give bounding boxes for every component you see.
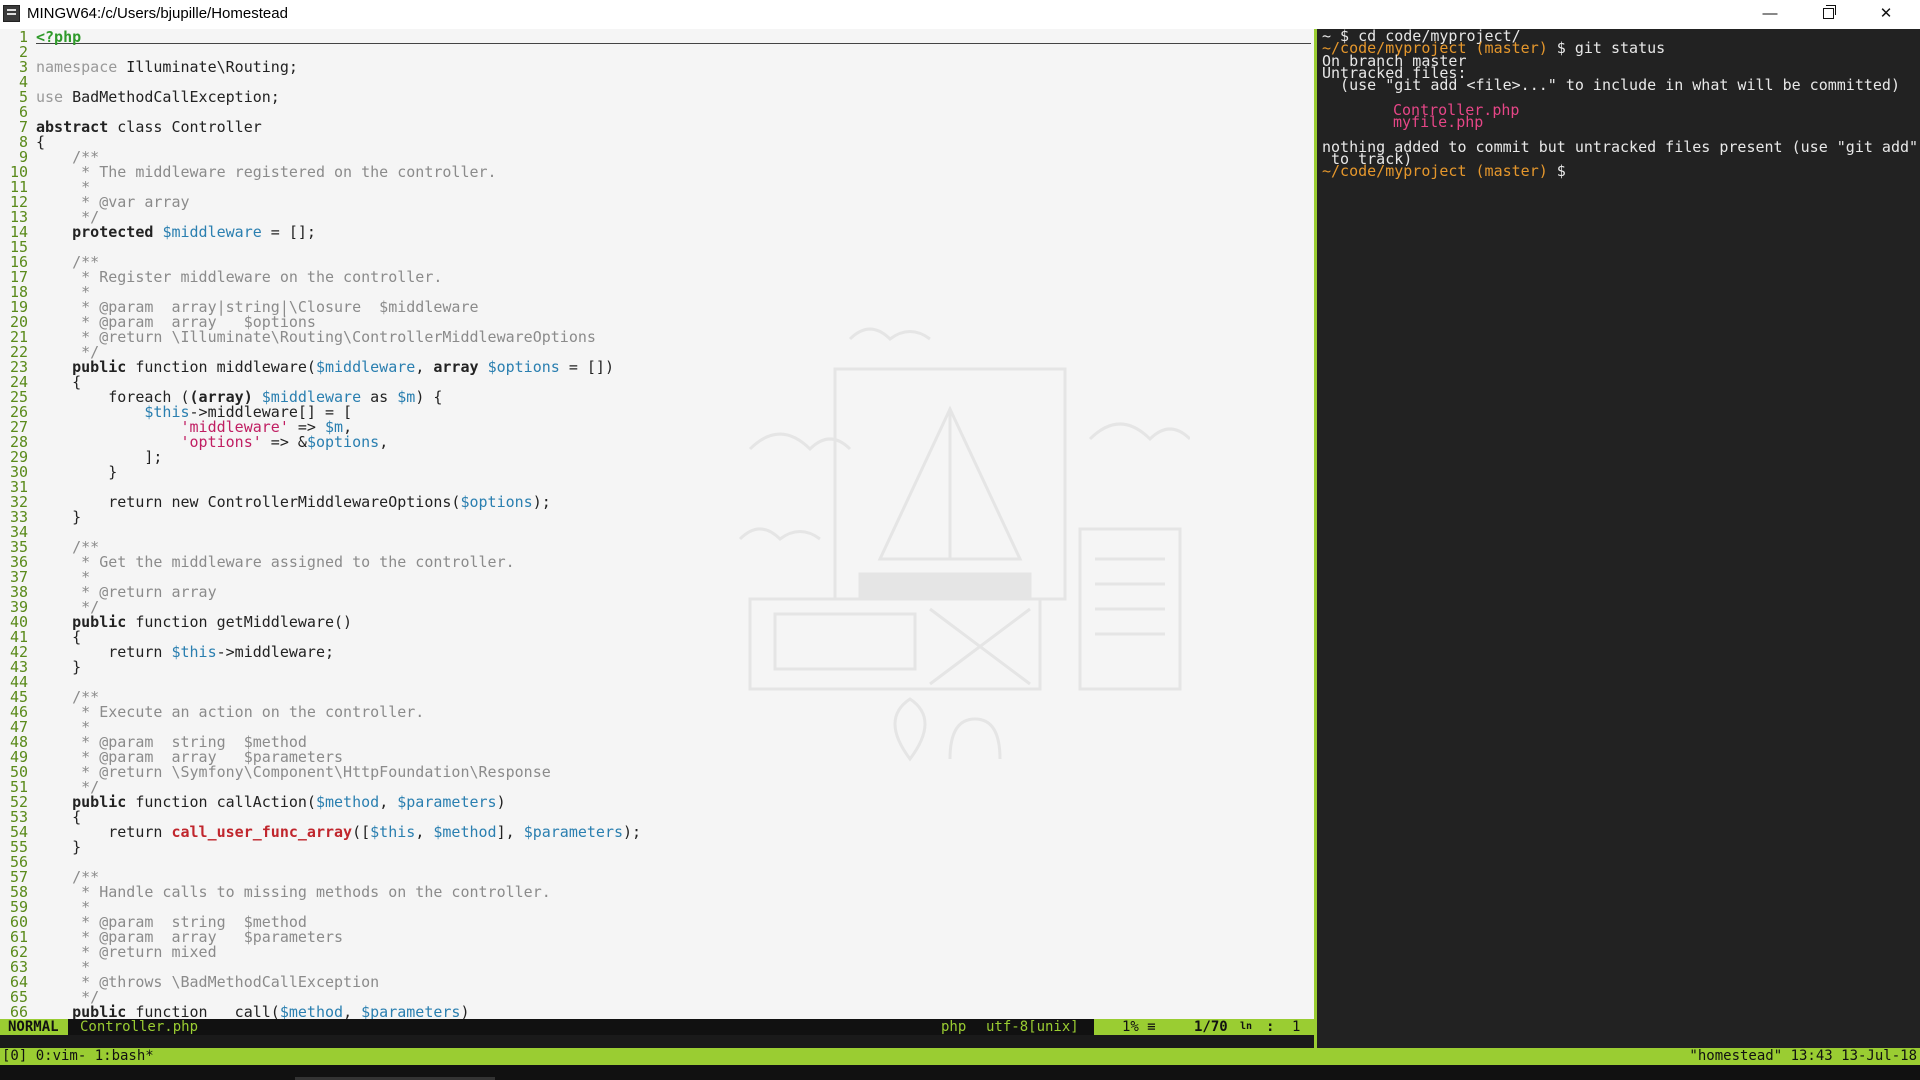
tmux-session-info: "homestead" 13:43 13-Jul-18 (1689, 1048, 1917, 1064)
line-number: 3 (18, 58, 28, 76)
code-text: * @return \Symfony\Component\HttpFoundat… (36, 763, 551, 781)
statusline-filetype: php (941, 1019, 967, 1035)
code-text: protected $middleware = []; (72, 223, 316, 241)
maximize-icon (1822, 5, 1836, 19)
code-line[interactable]: 62 * @return mixed (0, 945, 217, 960)
terminal-app-icon[interactable] (3, 5, 20, 22)
code-text: } (36, 463, 118, 481)
output-text: (use "git add <file>..." to include in w… (1322, 76, 1900, 95)
code-text: abstract class Controller (36, 118, 262, 136)
line-number: 6 (18, 103, 28, 121)
statusline-column: 1 (1292, 1019, 1301, 1035)
code-text: public function getMiddleware() (72, 613, 353, 631)
maximize-button[interactable] (1799, 0, 1857, 29)
code-line[interactable]: 38 * @return array (0, 585, 217, 600)
code-text: public function callAction($method, $par… (72, 793, 506, 811)
tmux-window-list[interactable]: [0] 0:vim- 1:bash* (2, 1048, 154, 1065)
code-line[interactable]: 5 use BadMethodCallException; (0, 90, 280, 105)
prompt-symbol: $ (1547, 162, 1575, 181)
git-branch: (master) (1466, 39, 1548, 58)
cursor-line-underline (36, 43, 1311, 44)
code-text: public function middleware($middleware, … (72, 358, 614, 376)
code-text: namespace Illuminate\Routing; (36, 58, 298, 76)
code-text: } (36, 508, 82, 526)
code-line[interactable]: 6 (0, 105, 36, 120)
statusline-position-section: 1% ≡ 1/70 ln : 1 (1094, 1019, 1316, 1035)
window-title-bar[interactable]: MINGW64:/c/Users/bjupille/Homestead — ✕ (0, 0, 1920, 29)
code-text: return new ControllerMiddlewareOptions($… (36, 493, 551, 511)
line-number: 2 (18, 43, 28, 61)
code-line[interactable]: 32 return new ControllerMiddlewareOption… (0, 495, 551, 510)
close-button[interactable]: ✕ (1857, 0, 1915, 29)
code-line[interactable]: 23 public function middleware($middlewar… (0, 360, 614, 375)
code-line[interactable]: 3 namespace Illuminate\Routing; (0, 60, 298, 75)
code-text: * @return \Illuminate\Routing\Controller… (36, 328, 596, 346)
prompt-symbol: $ (1547, 39, 1575, 58)
code-line[interactable]: 66 public function __call($method, $para… (0, 1003, 470, 1020)
code-line[interactable]: 4 (0, 75, 36, 90)
bottom-strip (0, 1065, 1920, 1080)
command-text: git status (1574, 39, 1666, 58)
tmux-status-bar: [0] 0:vim- 1:bash* "homestead" 13:43 13-… (0, 1048, 1920, 1065)
line-number: 66 (9, 1003, 28, 1020)
code-text: public function __call($method, $paramet… (72, 1003, 470, 1020)
line-number-icon: ln (1240, 1021, 1253, 1032)
vim-statusline: NORMAL Controller.php php utf-8[unix] 1%… (0, 1019, 1316, 1035)
vim-mode-indicator: NORMAL (0, 1019, 68, 1035)
statusline-colon: : (1266, 1019, 1275, 1035)
background-watermark-icon (738, 327, 1190, 762)
statusline-encoding: utf-8[unix] (986, 1019, 1079, 1035)
line-number: 1 (18, 29, 28, 46)
code-text: return call_user_func_array([$this, $met… (36, 823, 642, 841)
vim-editor-pane[interactable]: 1 <?php 2 3 namespace Illuminate\Routing; 4 5 u… (0, 29, 1314, 1019)
statusline-line-position: 1/70 (1194, 1019, 1228, 1035)
line-number: 5 (18, 88, 28, 106)
line-number: 4 (18, 73, 28, 91)
bash-terminal-pane[interactable]: ~ $ cd code/myproject/~/code/myproject (… (1317, 29, 1920, 1049)
untracked-file: myfile.php (1393, 113, 1484, 132)
statusline-percent: 1% ≡ (1122, 1019, 1156, 1035)
terminal-line: ~/code/myproject (master) $ (1322, 164, 1575, 179)
statusline-filename: Controller.php (80, 1019, 199, 1035)
code-text: * Get the middleware assigned to the con… (36, 553, 515, 571)
code-text: * Register middleware on the controller. (36, 268, 443, 286)
code-text: * Handle calls to missing methods on the… (36, 883, 551, 901)
terminal-line: (use "git add <file>..." to include in w… (1322, 78, 1900, 93)
line-number: 8 (18, 133, 28, 151)
code-line[interactable]: 1 <?php (0, 30, 81, 45)
minimize-icon: — (1762, 5, 1778, 22)
code-text: * The middleware registered on the contr… (36, 163, 497, 181)
terminal-line: myfile.php (1393, 115, 1483, 130)
git-branch: (master) (1466, 162, 1548, 181)
minimize-button[interactable]: — (1741, 0, 1799, 29)
php-open-tag: <?php (36, 29, 82, 46)
code-text: } (36, 658, 82, 676)
prompt-path: ~/code/myproject (1322, 162, 1467, 181)
code-line[interactable]: 54 return call_user_func_array([$this, $… (0, 825, 641, 840)
code-text: <?php (36, 29, 81, 46)
code-line[interactable]: 14 protected $middleware = []; (0, 225, 316, 240)
close-icon: ✕ (1879, 5, 1893, 22)
code-text: } (36, 838, 82, 856)
code-line[interactable]: 2 (0, 45, 36, 60)
code-text: * Execute an action on the controller. (36, 703, 425, 721)
window-title: MINGW64:/c/Users/bjupille/Homestead (27, 5, 288, 22)
code-text: use BadMethodCallException; (36, 88, 280, 106)
line-number: 7 (18, 118, 28, 136)
